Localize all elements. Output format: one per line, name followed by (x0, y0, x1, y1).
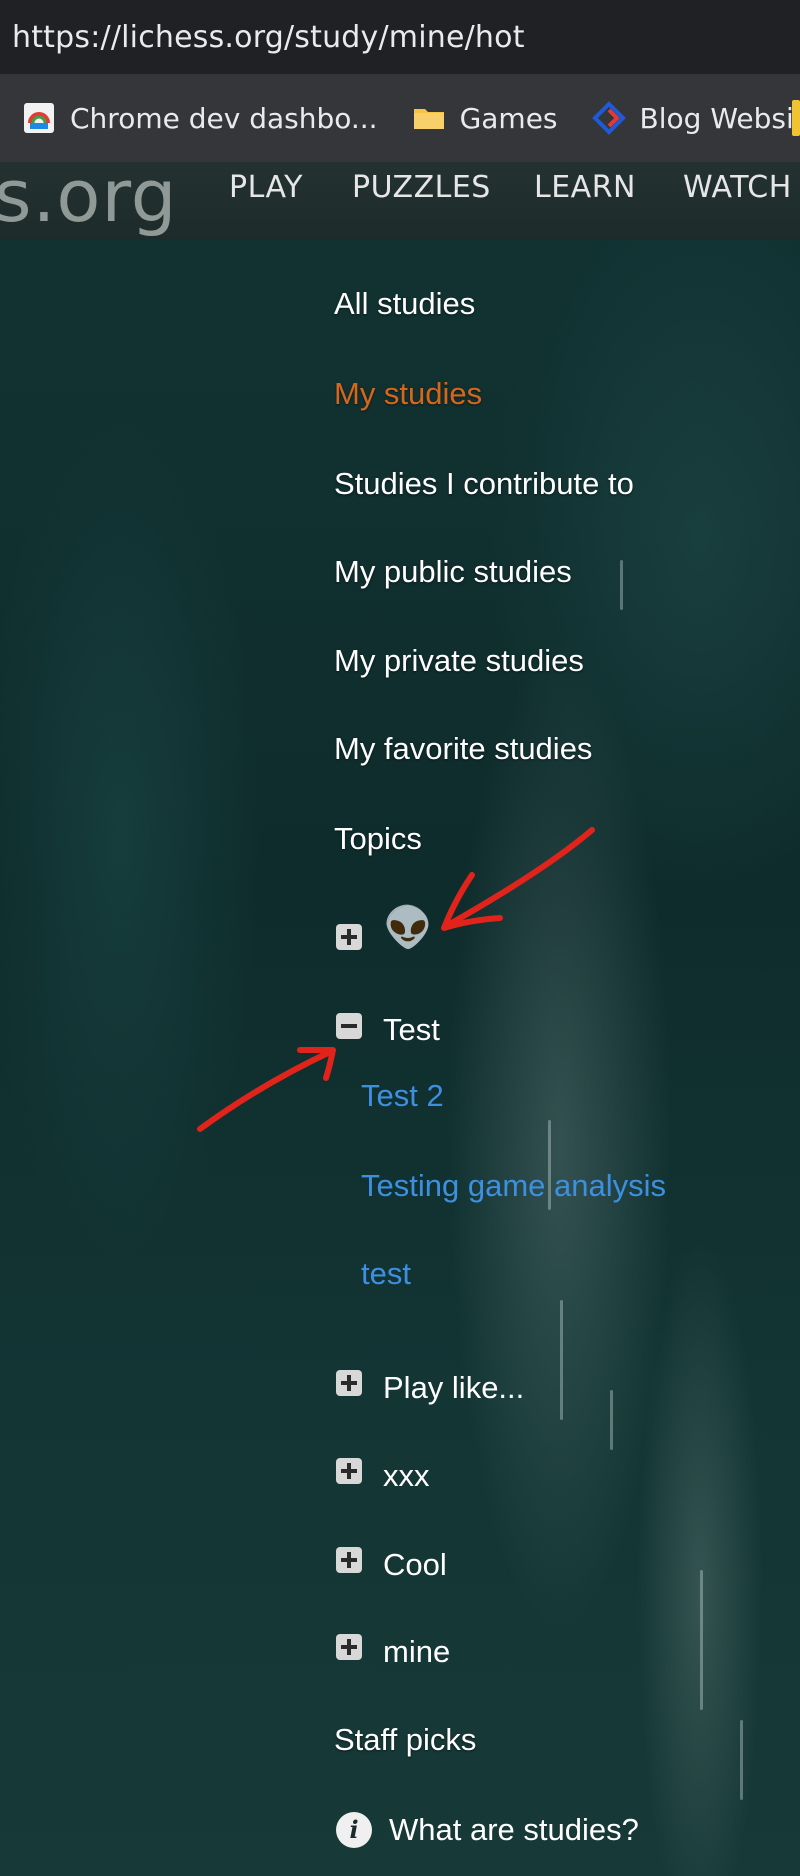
expand-topic-toggle-icon[interactable] (336, 924, 362, 950)
menu-my-private-studies[interactable]: My private studies (334, 643, 584, 679)
expand-topic-toggle-icon[interactable] (336, 1458, 362, 1484)
study-menu: All studies My studies Studies I contrib… (0, 0, 800, 1876)
topic-alien-emoji[interactable]: 👽 (383, 904, 433, 951)
menu-topics[interactable]: Topics (334, 821, 422, 857)
menu-my-studies[interactable]: My studies (334, 376, 482, 412)
collapse-topic-toggle-icon[interactable] (336, 1013, 362, 1039)
menu-what-are-studies[interactable]: What are studies? (389, 1812, 639, 1848)
study-link-testing-game-analysis[interactable]: Testing game analysis (361, 1168, 666, 1204)
expand-topic-toggle-icon[interactable] (336, 1370, 362, 1396)
menu-all-studies[interactable]: All studies (334, 286, 475, 322)
topic-cool[interactable]: Cool (383, 1547, 447, 1583)
menu-my-favorite-studies[interactable]: My favorite studies (334, 731, 592, 767)
study-link-test[interactable]: test (361, 1256, 411, 1292)
menu-staff-picks[interactable]: Staff picks (334, 1722, 476, 1758)
info-icon: i (336, 1812, 372, 1848)
topic-play-like[interactable]: Play like... (383, 1370, 524, 1406)
topic-mine[interactable]: mine (383, 1634, 450, 1670)
menu-studies-i-contribute-to[interactable]: Studies I contribute to (334, 466, 634, 502)
study-link-test-2[interactable]: Test 2 (361, 1078, 444, 1114)
topic-test[interactable]: Test (383, 1012, 440, 1048)
topic-xxx[interactable]: xxx (383, 1458, 430, 1494)
menu-my-public-studies[interactable]: My public studies (334, 554, 572, 590)
expand-topic-toggle-icon[interactable] (336, 1634, 362, 1660)
expand-topic-toggle-icon[interactable] (336, 1547, 362, 1573)
